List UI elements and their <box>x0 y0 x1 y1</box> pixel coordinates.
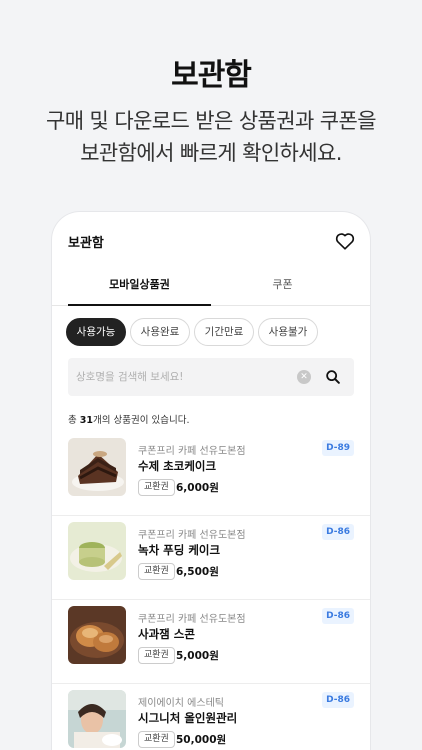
filter-expired[interactable]: 기간만료 <box>194 318 254 346</box>
hero-subtitle-line2: 보관함에서 빠르게 확인하세요. <box>80 141 342 165</box>
dday-badge: D-89 <box>322 440 354 456</box>
search-input[interactable] <box>76 358 296 396</box>
product-name: 수제 초코케이크 <box>138 459 217 473</box>
filter-used[interactable]: 사용완료 <box>130 318 190 346</box>
heart-icon[interactable] <box>334 230 356 252</box>
store-name: 쿠폰프리 카페 선유도본점 <box>138 446 246 457</box>
active-tab-indicator <box>68 304 211 306</box>
search-bar: ✕ <box>68 358 354 396</box>
list-item[interactable]: 쿠폰프리 카페 선유도본점 녹차 푸딩 케이크 교환권 6,500원 D-86 <box>52 516 370 600</box>
product-name: 녹차 푸딩 케이크 <box>138 543 221 557</box>
list-item[interactable]: 쿠폰프리 카페 선유도본점 수제 초코케이크 교환권 6,000원 D-89 <box>52 432 370 516</box>
product-name: 시그니처 올인원관리 <box>138 711 238 725</box>
tab-bar: 모바일상품권 쿠폰 <box>52 270 370 306</box>
dday-badge: D-86 <box>322 524 354 540</box>
dday-badge: D-86 <box>322 692 354 708</box>
summary-count: 31 <box>79 415 93 426</box>
tab-mobile-giftcard[interactable]: 모바일상품권 <box>68 276 211 292</box>
hero-subtitle-line1: 구매 및 다운로드 받은 상품권과 쿠폰을 <box>46 109 377 133</box>
dday-badge: D-86 <box>322 608 354 624</box>
filter-available[interactable]: 사용가능 <box>66 318 126 346</box>
store-name: 쿠폰프리 카페 선유도본점 <box>138 530 246 541</box>
filter-unusable[interactable]: 사용불가 <box>258 318 318 346</box>
price: 6,500원 <box>176 566 219 578</box>
product-name: 사과잼 스콘 <box>138 627 195 641</box>
voucher-type-badge: 교환권 <box>138 647 175 664</box>
spa-treatment-thumbnail <box>68 690 126 748</box>
price: 5,000원 <box>176 650 219 662</box>
list-item[interactable]: 쿠폰프리 카페 선유도본점 사과잼 스콘 교환권 5,000원 D-86 <box>52 600 370 684</box>
chocolate-cake-thumbnail <box>68 438 126 496</box>
price: 50,000원 <box>176 734 227 746</box>
page-title: 보관함 <box>68 236 104 251</box>
summary-suffix: 개의 상품권이 있습니다. <box>93 415 190 426</box>
hero-subtitle: 구매 및 다운로드 받은 상품권과 쿠폰을 보관함에서 빠르게 확인하세요. <box>0 105 422 169</box>
tab-coupon[interactable]: 쿠폰 <box>211 276 354 292</box>
store-name: 제이에이치 에스테틱 <box>138 698 224 709</box>
greentea-pudding-thumbnail <box>68 522 126 580</box>
search-icon[interactable] <box>324 368 342 386</box>
hero-title: 보관함 <box>171 58 252 93</box>
voucher-type-badge: 교환권 <box>138 563 175 580</box>
voucher-type-badge: 교환권 <box>138 731 175 748</box>
app-bar: 보관함 <box>52 212 370 270</box>
store-name: 쿠폰프리 카페 선유도본점 <box>138 614 246 625</box>
price: 6,000원 <box>176 482 219 494</box>
apple-scone-thumbnail <box>68 606 126 664</box>
list-item[interactable]: 제이에이치 에스테틱 시그니처 올인원관리 교환권 50,000원 D-86 <box>52 684 370 750</box>
result-summary: 총 31개의 상품권이 있습니다. <box>68 412 189 426</box>
voucher-type-badge: 교환권 <box>138 479 175 496</box>
voucher-list: 쿠폰프리 카페 선유도본점 수제 초코케이크 교환권 6,000원 D-89 쿠… <box>52 432 370 750</box>
clear-search-icon[interactable]: ✕ <box>297 370 311 384</box>
summary-prefix: 총 <box>68 415 80 426</box>
phone-frame: 보관함 모바일상품권 쿠폰 사용가능 사용완료 기간만료 사용불가 ✕ 총 31… <box>52 212 370 750</box>
